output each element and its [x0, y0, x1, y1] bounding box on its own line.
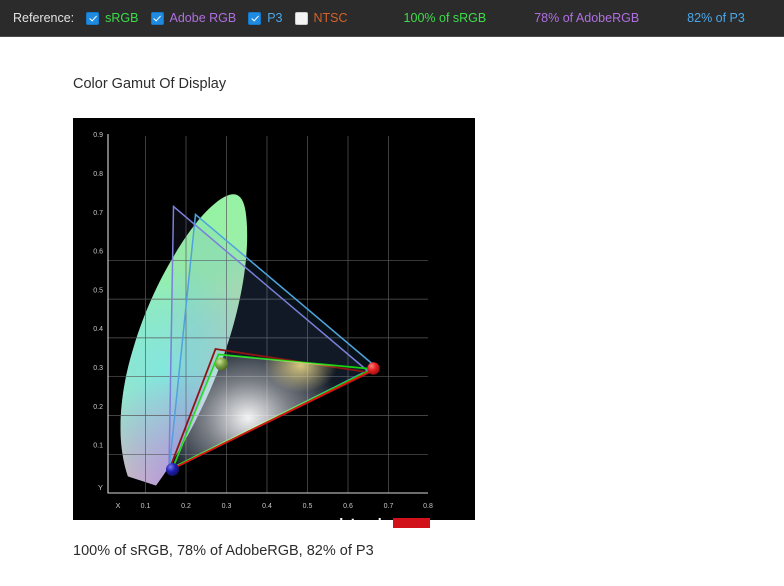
datacolor-logo: datacolor [335, 516, 430, 534]
svg-text:0.4: 0.4 [93, 326, 103, 333]
coverage-result-srgb: 100% of sRGB [404, 11, 487, 25]
reference-label: Reference: [13, 11, 74, 25]
reference-checkbox-adobe-rgb[interactable]: Adobe RGB [151, 11, 237, 25]
marker-blue-primary[interactable] [166, 463, 179, 476]
datacolor-underline [335, 531, 430, 532]
checkbox-p3-icon[interactable] [248, 12, 261, 25]
coverage-result-p3: 82% of P3 [687, 11, 745, 25]
color-gamut-chart: 0.9 0.8 0.7 0.6 0.5 0.4 0.3 0.2 0.1 Y X … [73, 118, 475, 520]
svg-text:0.8: 0.8 [423, 503, 433, 510]
svg-text:0.7: 0.7 [93, 210, 103, 217]
svg-text:0.2: 0.2 [93, 404, 103, 411]
svg-text:0.1: 0.1 [93, 443, 103, 450]
coverage-result-adobergb: 78% of AdobeRGB [534, 11, 639, 25]
reference-label-adobe-rgb: Adobe RGB [170, 11, 237, 25]
svg-text:0.6: 0.6 [343, 503, 353, 510]
reference-checkbox-srgb[interactable]: sRGB [86, 11, 138, 25]
reference-bar: Reference: sRGB Adobe RGB P3 NTSC 100% o… [0, 0, 784, 37]
svg-text:0.3: 0.3 [93, 365, 103, 372]
checkbox-ntsc-icon[interactable] [295, 12, 308, 25]
svg-text:0.6: 0.6 [93, 249, 103, 256]
checkbox-adobe-rgb-icon[interactable] [151, 12, 164, 25]
svg-text:0.7: 0.7 [384, 503, 394, 510]
reference-checkbox-p3[interactable]: P3 [248, 11, 282, 25]
datacolor-wordmark: datacolor [335, 516, 395, 530]
reference-label-ntsc: NTSC [314, 11, 348, 25]
datacolor-bar-icon [393, 518, 430, 528]
svg-text:0.9: 0.9 [93, 132, 103, 139]
svg-text:0.3: 0.3 [222, 503, 232, 510]
svg-text:0.8: 0.8 [93, 171, 103, 178]
svg-text:X: X [115, 501, 120, 510]
cie-chromaticity-diagram: 0.9 0.8 0.7 0.6 0.5 0.4 0.3 0.2 0.1 Y X … [73, 118, 475, 520]
marker-red-primary[interactable] [367, 362, 379, 374]
reference-checkbox-ntsc[interactable]: NTSC [295, 11, 348, 25]
svg-text:0.1: 0.1 [141, 503, 151, 510]
marker-green-primary[interactable] [215, 358, 228, 371]
svg-text:0.2: 0.2 [181, 503, 191, 510]
checkbox-srgb-icon[interactable] [86, 12, 99, 25]
page-title: Color Gamut Of Display [73, 76, 226, 92]
svg-text:0.5: 0.5 [93, 287, 103, 294]
svg-text:0.5: 0.5 [303, 503, 313, 510]
svg-text:0.4: 0.4 [262, 503, 272, 510]
reference-label-srgb: sRGB [105, 11, 138, 25]
svg-text:Y: Y [98, 483, 103, 492]
content-area: Color Gamut Of Display [0, 38, 784, 586]
reference-label-p3: P3 [267, 11, 282, 25]
gamut-summary-caption: 100% of sRGB, 78% of AdobeRGB, 82% of P3 [73, 543, 374, 559]
